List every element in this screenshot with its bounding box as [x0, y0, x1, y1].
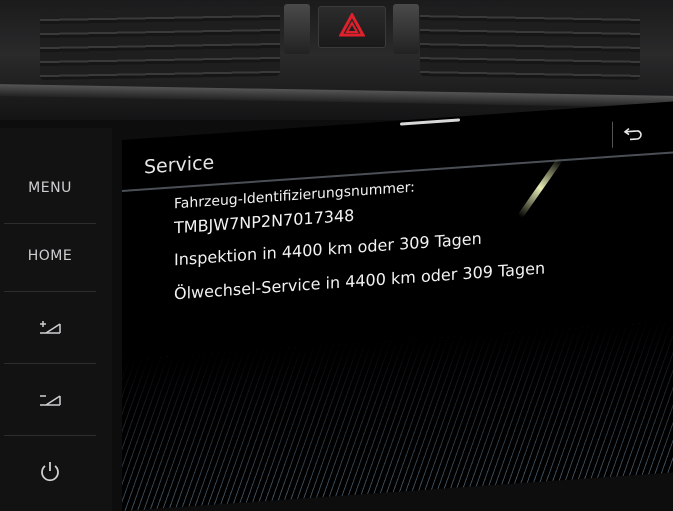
air-vent-right	[420, 6, 640, 80]
menu-button-label: MENU	[28, 180, 72, 196]
volume-down-button[interactable]	[0, 370, 100, 430]
hazard-button[interactable]	[318, 6, 386, 48]
volume-up-button[interactable]	[0, 298, 100, 358]
home-button[interactable]: HOME	[0, 226, 100, 286]
vin-value: TMBJW7NP2N7017348	[174, 205, 355, 238]
divider	[4, 291, 96, 292]
air-vent-left	[40, 5, 280, 81]
pull-down-handle[interactable]	[400, 118, 460, 126]
vent-control-right[interactable]	[393, 4, 419, 54]
divider	[4, 435, 96, 436]
back-arrow-icon	[623, 127, 642, 141]
menu-button[interactable]: MENU	[0, 158, 100, 218]
power-icon	[41, 462, 59, 482]
volume-down-icon	[40, 395, 61, 406]
inspection-info: Inspektion in 4400 km oder 309 Tagen	[174, 228, 482, 270]
home-button-label: HOME	[27, 248, 73, 264]
vent-control-left[interactable]	[284, 4, 310, 54]
dashboard-trim	[0, 84, 673, 108]
stripes-fade	[122, 321, 673, 511]
divider	[4, 363, 96, 364]
back-button[interactable]	[612, 118, 653, 148]
infotainment-side-buttons: MENU HOME	[0, 128, 112, 511]
volume-up-icon	[40, 321, 61, 334]
dashboard-top	[0, 0, 673, 120]
page-title: Service	[144, 151, 215, 179]
hazard-triangle-icon	[339, 13, 365, 37]
infotainment-screen: Service Fahrzeug-Identifizierungsnummer:…	[122, 101, 673, 511]
divider	[4, 223, 96, 224]
power-button[interactable]	[0, 442, 100, 502]
